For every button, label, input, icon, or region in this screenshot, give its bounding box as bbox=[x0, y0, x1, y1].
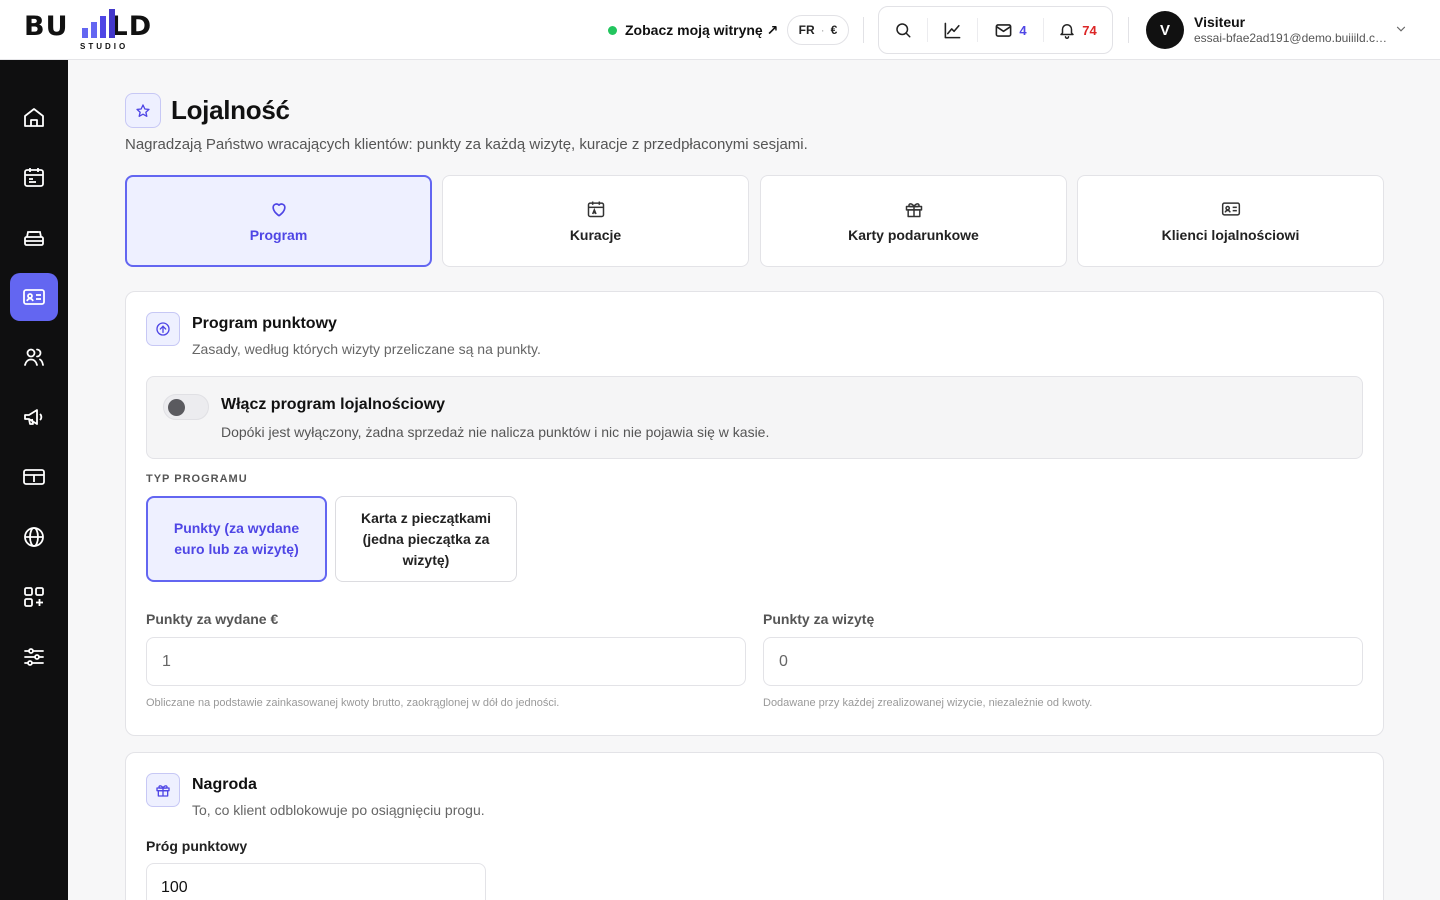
points-program-card: Program punktowy Zasady, według których … bbox=[125, 291, 1384, 736]
sidebar-item-clients[interactable] bbox=[10, 333, 58, 381]
section-subtitle: Zasady, według których wizyty przeliczan… bbox=[192, 341, 541, 357]
points-per-euro-label: Punkty za wydane € bbox=[146, 611, 279, 627]
arrow-up-circle-icon bbox=[156, 322, 170, 336]
brand-logo[interactable]: BU LD STUDIO bbox=[24, 8, 184, 52]
main-content: Lojalność Nagradzają Państwo wracających… bbox=[68, 60, 1440, 900]
divider bbox=[1128, 17, 1129, 43]
sidebar-item-cash-register[interactable] bbox=[10, 213, 58, 261]
user-email: essai-bfae2ad191@demo.buiiild.com bbox=[1194, 31, 1389, 45]
section-icon-badge bbox=[146, 773, 180, 807]
notification-count-badge: 74 bbox=[1082, 22, 1097, 38]
section-subtitle: To, co klient odblokowuje po osiągnięciu… bbox=[192, 802, 485, 818]
points-per-euro-input[interactable]: 1 bbox=[146, 637, 746, 686]
tab-program[interactable]: Program bbox=[125, 175, 432, 267]
sidebar-item-marketing[interactable] bbox=[10, 393, 58, 441]
search-icon bbox=[896, 23, 911, 38]
globe-icon bbox=[24, 527, 44, 547]
user-menu[interactable]: V Visiteur essai-bfae2ad191@demo.buiiild… bbox=[1146, 10, 1416, 50]
page-title-badge bbox=[125, 93, 161, 128]
toggle-title: Włącz program lojalnościowy bbox=[221, 396, 446, 413]
bell-icon bbox=[1060, 24, 1075, 39]
calendar-icon bbox=[24, 168, 44, 187]
sidebar-item-payments[interactable] bbox=[10, 453, 58, 501]
apps-icon bbox=[24, 587, 44, 607]
page-title: Lojalność bbox=[171, 95, 290, 125]
tab-gift-cards[interactable]: Karty podarunkowe bbox=[760, 175, 1067, 267]
view-site-label: Zobacz moją witrynę ↗ bbox=[625, 21, 779, 38]
reward-card: Nagroda To, co klient odblokowuje po osi… bbox=[125, 752, 1384, 900]
enable-program-box: Włącz program lojalnościowy Dopóki jest … bbox=[146, 376, 1363, 459]
toolbar: 4 74 bbox=[878, 6, 1113, 54]
calendar-icon bbox=[587, 201, 604, 218]
page-subtitle: Nagradzają Państwo wracających klientów:… bbox=[125, 136, 808, 153]
program-type-label: TYP PROGRAMU bbox=[146, 473, 248, 485]
home-icon bbox=[24, 108, 44, 127]
option-label: Karta z pieczątkami (jedna pieczątka za … bbox=[361, 509, 491, 568]
user-name: Visiteur bbox=[1194, 14, 1246, 30]
toggle-description: Dopóki jest wyłączony, żadna sprzedaż ni… bbox=[221, 424, 770, 440]
cash-register-icon bbox=[24, 231, 44, 246]
sidebar-item-apps[interactable] bbox=[10, 573, 58, 621]
points-per-euro-help: Obliczane na podstawie zainkasowanej kwo… bbox=[146, 697, 560, 709]
users-icon bbox=[24, 348, 44, 366]
chevron-down-icon bbox=[1396, 26, 1406, 32]
sidebar-item-home[interactable] bbox=[10, 93, 58, 141]
tab-courses[interactable]: Kuracje bbox=[442, 175, 749, 267]
points-per-visit-input[interactable]: 0 bbox=[763, 637, 1363, 686]
option-label: Punkty (za wydane euro lub za wizytę) bbox=[173, 520, 300, 557]
points-threshold-label: Próg punktowy bbox=[146, 838, 248, 854]
id-card-icon bbox=[23, 289, 45, 305]
sidebar-item-website[interactable] bbox=[10, 513, 58, 561]
logo-text-left: BU bbox=[24, 11, 69, 42]
sidebar-item-settings[interactable] bbox=[10, 633, 58, 681]
language-currency-selector[interactable]: FR · € bbox=[787, 15, 849, 45]
star-icon bbox=[136, 103, 150, 117]
notifications-button[interactable]: 74 bbox=[1043, 18, 1111, 42]
logo-subtext: STUDIO bbox=[80, 42, 129, 51]
section-title: Nagroda bbox=[192, 776, 257, 793]
points-per-visit-help: Dodawane przy każdej zrealizowanej wizyc… bbox=[763, 697, 1093, 709]
tab-label: Program bbox=[249, 227, 308, 243]
program-type-stamp-card[interactable]: Karta z pieczątkami (jedna pieczątka za … bbox=[335, 496, 517, 582]
logo-bars-icon bbox=[82, 9, 115, 38]
heart-icon bbox=[271, 203, 286, 217]
megaphone-icon bbox=[24, 409, 43, 425]
search-button[interactable] bbox=[879, 6, 927, 54]
tab-label: Kuracje bbox=[569, 227, 622, 243]
gift-icon bbox=[905, 203, 922, 218]
gift-icon bbox=[156, 785, 170, 797]
messages-button[interactable]: 4 bbox=[977, 18, 1043, 42]
sidebar bbox=[0, 60, 68, 900]
points-threshold-input[interactable]: 100 bbox=[146, 863, 486, 900]
view-site-link[interactable]: Zobacz moją witrynę ↗ bbox=[608, 19, 778, 41]
online-status-dot bbox=[608, 25, 617, 35]
mail-icon bbox=[995, 23, 1012, 37]
separator-dot: · bbox=[820, 23, 825, 37]
section-icon-badge bbox=[146, 312, 180, 346]
section-title: Program punktowy bbox=[192, 315, 337, 332]
top-bar: BU LD STUDIO Zobacz moją witrynę ↗ FR · €… bbox=[0, 0, 1440, 60]
tab-loyal-clients[interactable]: Klienci lojalnościowi bbox=[1077, 175, 1384, 267]
credit-card-icon bbox=[23, 469, 45, 485]
chart-line-icon bbox=[944, 22, 961, 38]
stats-button[interactable] bbox=[927, 18, 977, 42]
tab-label: Klienci lojalnościowi bbox=[1161, 227, 1300, 243]
program-type-points[interactable]: Punkty (za wydane euro lub za wizytę) bbox=[146, 496, 327, 582]
mail-count-badge: 4 bbox=[1019, 22, 1027, 38]
enable-program-toggle[interactable] bbox=[163, 394, 209, 420]
divider bbox=[863, 17, 864, 43]
sidebar-item-loyalty[interactable] bbox=[10, 273, 58, 321]
avatar: V bbox=[1146, 11, 1184, 49]
points-per-visit-label: Punkty za wizytę bbox=[763, 611, 875, 627]
tab-label: Karty podarunkowe bbox=[848, 227, 979, 243]
id-card-icon bbox=[1221, 202, 1240, 216]
currency-symbol: € bbox=[830, 23, 838, 37]
language-code: FR bbox=[798, 23, 815, 37]
sidebar-item-calendar[interactable] bbox=[10, 153, 58, 201]
sliders-icon bbox=[24, 648, 44, 666]
toggle-knob bbox=[168, 399, 185, 416]
